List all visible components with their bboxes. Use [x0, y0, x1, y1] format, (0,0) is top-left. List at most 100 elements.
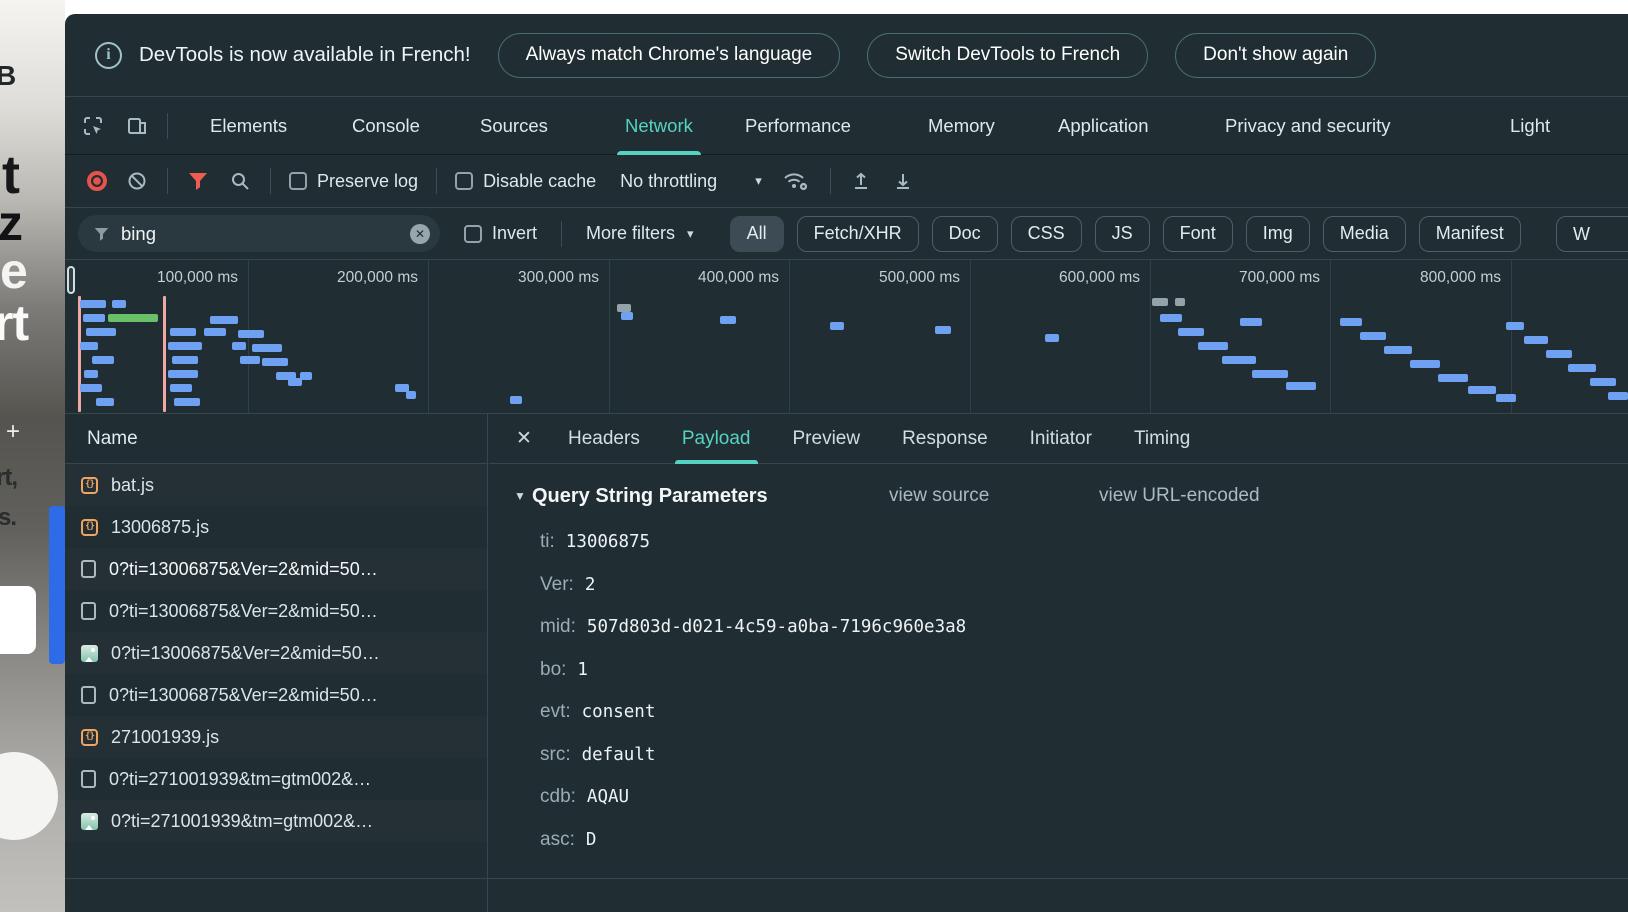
- invert-checkbox-group[interactable]: Invert: [464, 223, 537, 244]
- page-edge-white-card: [0, 586, 36, 654]
- clear-network-log-icon[interactable]: [125, 169, 149, 193]
- chip-css[interactable]: CSS: [1011, 216, 1082, 252]
- request-row[interactable]: 0?ti=271001939&tm=gtm002&…: [65, 758, 487, 800]
- switch-devtools-french-button[interactable]: Switch DevTools to French: [867, 33, 1148, 78]
- image-file-icon: [81, 645, 98, 662]
- request-row[interactable]: 0?ti=271001939&tm=gtm002&…: [65, 800, 487, 842]
- request-row[interactable]: 271001939.js: [65, 716, 487, 758]
- chip-img[interactable]: Img: [1246, 216, 1310, 252]
- script-file-icon: [81, 519, 98, 536]
- clear-filter-icon[interactable]: ✕: [410, 224, 430, 244]
- throttling-dropdown[interactable]: No throttling ▾: [620, 171, 762, 192]
- query-param-row: asc: D: [489, 819, 1628, 862]
- request-row-selected[interactable]: 0?ti=13006875&Ver=2&mid=50…: [65, 548, 487, 590]
- preserve-log-checkbox[interactable]: [289, 172, 307, 190]
- details-tab-initiator[interactable]: Initiator: [1009, 414, 1113, 464]
- param-key: asc:: [540, 829, 575, 851]
- page-text-fragment: rt,: [0, 466, 17, 490]
- section-expand-icon[interactable]: ▼: [514, 489, 526, 503]
- request-row[interactable]: bat.js: [65, 464, 487, 506]
- tab-memory[interactable]: Memory: [904, 97, 1019, 155]
- chip-font[interactable]: Font: [1163, 216, 1233, 252]
- query-param-row: Ver: 2: [489, 564, 1628, 607]
- preserve-log-checkbox-group[interactable]: Preserve log: [289, 171, 418, 192]
- invert-checkbox[interactable]: [464, 225, 482, 243]
- details-tab-timing[interactable]: Timing: [1113, 414, 1211, 464]
- network-filter-bar: bing ✕ Invert More filters ▾ All Fetch/X…: [65, 208, 1628, 260]
- chip-doc[interactable]: Doc: [932, 216, 998, 252]
- tab-network[interactable]: Network: [601, 97, 717, 155]
- name-column-header[interactable]: Name: [65, 414, 487, 464]
- inspect-element-icon[interactable]: [77, 111, 109, 141]
- details-tab-headers[interactable]: Headers: [547, 414, 661, 464]
- throttling-value: No throttling: [620, 171, 717, 192]
- tab-elements[interactable]: Elements: [186, 97, 311, 155]
- request-row[interactable]: 13006875.js: [65, 506, 487, 548]
- disable-cache-checkbox[interactable]: [455, 172, 473, 190]
- record-network-log-button[interactable]: [87, 171, 107, 191]
- more-filters-label: More filters: [586, 223, 675, 244]
- request-name: 0?ti=271001939&tm=gtm002&…: [109, 769, 371, 790]
- tab-sources[interactable]: Sources: [456, 97, 572, 155]
- request-name: 13006875.js: [111, 517, 209, 538]
- search-icon[interactable]: [228, 169, 252, 193]
- query-param-row: src: default: [489, 734, 1628, 777]
- disable-cache-checkbox-group[interactable]: Disable cache: [455, 171, 596, 192]
- toolbar-divider: [167, 113, 168, 139]
- page-text-fragment: t: [2, 148, 19, 202]
- request-row[interactable]: 0?ti=13006875&Ver=2&mid=50…: [65, 590, 487, 632]
- request-row[interactable]: 0?ti=13006875&Ver=2&mid=50…: [65, 674, 487, 716]
- request-row[interactable]: 0?ti=13006875&Ver=2&mid=50…: [65, 632, 487, 674]
- content-divider: [65, 878, 1628, 879]
- script-file-icon: [81, 477, 98, 494]
- details-tab-payload[interactable]: Payload: [661, 414, 772, 464]
- page-text-fragment: B: [0, 62, 15, 90]
- chip-media[interactable]: Media: [1323, 216, 1406, 252]
- details-tabbar: ✕ Headers Payload Preview Response Initi…: [489, 414, 1628, 464]
- request-name: 0?ti=13006875&Ver=2&mid=50…: [109, 601, 378, 622]
- filter-input[interactable]: bing ✕: [78, 215, 440, 252]
- page-text-fragment: +: [6, 420, 19, 444]
- chip-all[interactable]: All: [730, 216, 784, 252]
- image-file-icon: [81, 813, 98, 830]
- param-value: 13006875: [566, 532, 650, 552]
- tab-console[interactable]: Console: [328, 97, 444, 155]
- tab-privacy-and-security[interactable]: Privacy and security: [1201, 97, 1415, 155]
- chip-ws[interactable]: W: [1556, 216, 1628, 252]
- tab-application[interactable]: Application: [1034, 97, 1173, 155]
- device-toolbar-icon[interactable]: [121, 111, 153, 141]
- dont-show-again-button[interactable]: Don't show again: [1175, 33, 1376, 78]
- toolbar-divider: [270, 168, 271, 194]
- view-url-encoded-link[interactable]: view URL-encoded: [1099, 485, 1260, 507]
- tab-performance[interactable]: Performance: [721, 97, 875, 155]
- more-filters-dropdown[interactable]: More filters ▾: [586, 223, 694, 244]
- page-text-fragment: z: [0, 198, 22, 248]
- param-key: Ver:: [540, 574, 574, 596]
- request-name: 0?ti=13006875&Ver=2&mid=50…: [109, 685, 378, 706]
- view-source-link[interactable]: view source: [889, 485, 989, 507]
- chip-js[interactable]: JS: [1095, 216, 1150, 252]
- filter-icon[interactable]: [186, 169, 210, 193]
- chip-manifest[interactable]: Manifest: [1419, 216, 1521, 252]
- main-tabbar: Elements Console Sources Network Perform…: [65, 97, 1628, 155]
- toolbar-divider: [830, 168, 831, 194]
- always-match-language-button[interactable]: Always match Chrome's language: [498, 33, 841, 78]
- network-content: Name bat.js 13006875.js 0?ti=13006875&Ve…: [65, 414, 1628, 912]
- toolbar-divider: [167, 168, 168, 194]
- chip-fetch-xhr[interactable]: Fetch/XHR: [797, 216, 919, 252]
- section-title[interactable]: Query String Parameters: [532, 485, 768, 508]
- network-conditions-icon[interactable]: [780, 169, 812, 193]
- query-param-row: bo: 1: [489, 649, 1628, 692]
- document-file-icon: [81, 560, 96, 578]
- param-value: AQAU: [587, 787, 629, 807]
- tab-lighthouse[interactable]: Light: [1486, 97, 1574, 155]
- network-overview[interactable]: 100,000 ms 200,000 ms 300,000 ms 400,000…: [65, 260, 1628, 414]
- import-har-icon[interactable]: [849, 169, 873, 193]
- invert-label: Invert: [492, 223, 537, 244]
- request-name: 271001939.js: [111, 727, 219, 748]
- export-har-icon[interactable]: [891, 169, 915, 193]
- details-tab-preview[interactable]: Preview: [772, 414, 882, 464]
- close-details-icon[interactable]: ✕: [501, 414, 547, 464]
- details-tab-response[interactable]: Response: [881, 414, 1009, 464]
- query-string-section-header: ▼ Query String Parameters view source vi…: [489, 474, 1628, 518]
